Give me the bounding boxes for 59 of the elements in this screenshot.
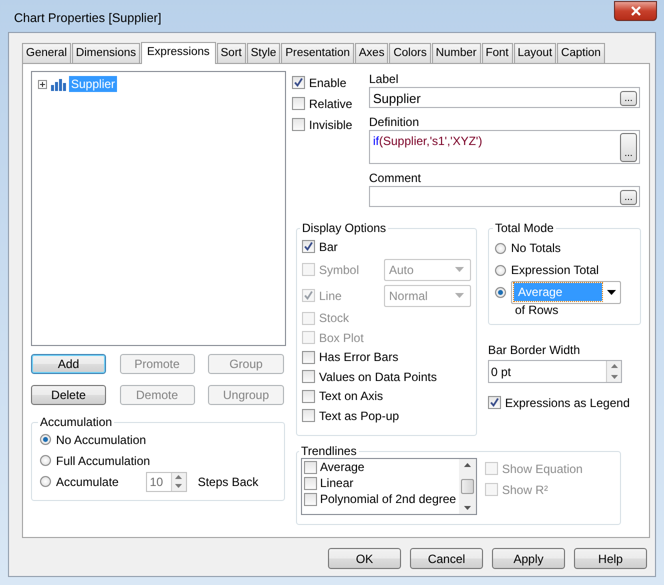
browse-button[interactable]: ... [620,91,637,106]
text-field[interactable]: ... [369,186,640,207]
button[interactable]: Apply [492,548,565,569]
tab[interactable]: Font [482,43,513,63]
field-label: Definition [369,114,420,130]
option-label: Accumulate [56,474,119,488]
option-label: Expression Total [511,263,599,277]
option-label: No Totals [511,241,561,255]
checkbox-label: Box Plot [319,330,364,345]
tab[interactable]: Layout [514,43,556,63]
group-title: Trendlines [300,444,358,458]
group-title: Total Mode [494,221,555,235]
group-title: Display Options [301,221,388,235]
text-field[interactable]: if(Supplier,'s1','XYZ') ... [369,130,640,164]
option-label: of Rows [515,303,560,317]
field-label: Comment [369,170,422,186]
checkbox-label: Show R² [502,482,548,496]
checkbox-label: Text as Pop-up [319,408,400,423]
checkbox-label: Invisible [309,118,352,132]
checkbox-label: Enable [309,76,346,90]
field-label: Steps Back [198,474,258,488]
option-label: No Accumulation [56,432,146,446]
option-label: Full Accumulation [56,454,150,468]
text-field[interactable]: Supplier ... [369,87,640,108]
tab[interactable]: General [22,43,71,63]
list-item[interactable]: Polynomial of 2nd degree [320,492,456,506]
checkbox-label: Expressions as Legend [505,396,630,410]
tab[interactable]: Axes [354,43,388,63]
window-title: Chart Properties [Supplier] [14,11,162,25]
checkbox-label: Show Equation [502,462,583,476]
tab[interactable]: Presentation [281,43,354,63]
field-label: Bar Border Width [488,343,582,357]
checkbox-label: Bar [319,240,338,254]
checkbox-label: Stock [319,311,350,326]
checkbox-label: Values on Data Points [319,370,437,384]
checkbox-label: Symbol [319,262,360,276]
tab[interactable]: Caption [557,43,605,63]
number-field[interactable]: 0 pt [488,360,622,383]
button[interactable]: Cancel [410,548,483,569]
tab[interactable]: Colors [389,43,431,63]
tab[interactable]: Style [246,43,280,63]
checkbox-label: Text on Axis [319,389,384,404]
button[interactable]: OK [328,548,401,569]
list-item[interactable]: Linear [320,476,354,490]
tab[interactable]: Number [432,43,481,63]
tab[interactable]: Sort [216,43,246,63]
checkbox-label: Relative [309,96,352,110]
tab[interactable]: Expressions [141,42,216,64]
button[interactable]: Delete [31,385,106,405]
browse-button[interactable]: ... [620,133,637,162]
list-item[interactable]: Average [320,460,364,474]
button[interactable]: Help [574,548,647,569]
button[interactable]: Add [31,354,106,374]
group-title: Accumulation [39,415,114,429]
tab[interactable]: Dimensions [72,43,140,63]
checkbox-label: Line [319,288,342,302]
browse-button[interactable]: ... [620,190,637,205]
checkbox-label: Has Error Bars [319,350,398,364]
field-label: Label [369,71,400,87]
